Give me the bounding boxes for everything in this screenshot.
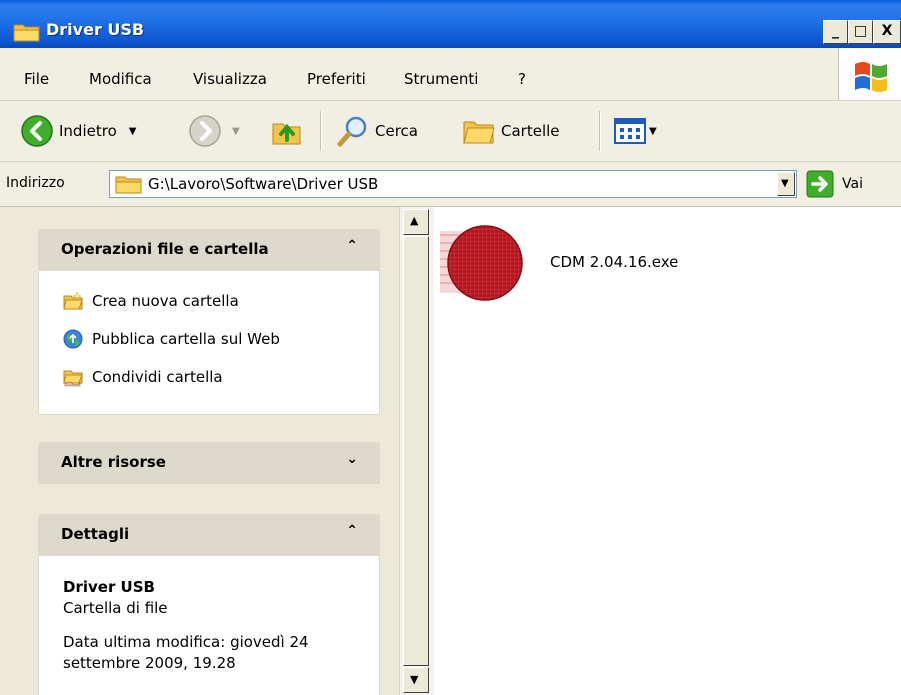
globe-icon bbox=[63, 329, 83, 349]
other-places-header[interactable]: Altre risorse ⌄ bbox=[38, 442, 380, 484]
maximize-button[interactable]: □ bbox=[848, 20, 873, 44]
scroll-down-button[interactable]: ▼ bbox=[403, 667, 429, 693]
folders-icon bbox=[463, 121, 495, 144]
go-button[interactable]: Vai bbox=[806, 170, 863, 198]
address-dropdown-button[interactable]: ▼ bbox=[777, 172, 795, 196]
views-icon bbox=[614, 118, 646, 144]
new-folder-icon bbox=[63, 291, 83, 310]
installer-icon bbox=[440, 225, 523, 301]
details-modified-line1: Data ultima modifica: giovedì 24 bbox=[63, 633, 309, 651]
collapse-chevron-icon[interactable]: ⌃ bbox=[346, 523, 358, 539]
file-tasks-body: Crea nuova cartella Pubblica cartella su… bbox=[38, 271, 380, 415]
scroll-thumb[interactable] bbox=[403, 236, 429, 666]
file-item[interactable]: CDM 2.04.16.exe bbox=[438, 221, 678, 301]
toolbar-separator bbox=[599, 111, 601, 151]
search-icon bbox=[337, 116, 367, 147]
address-path: G:\Lavoro\Software\Driver USB bbox=[148, 175, 379, 193]
back-label: Indietro bbox=[59, 122, 117, 140]
back-button[interactable]: Indietro ▼ bbox=[20, 113, 136, 149]
menu-visualizza[interactable]: Visualizza bbox=[193, 70, 267, 88]
task-label: Crea nuova cartella bbox=[92, 292, 239, 310]
search-label: Cerca bbox=[375, 122, 418, 140]
address-label: Indirizzo bbox=[6, 175, 65, 191]
folders-button[interactable]: Cartelle bbox=[462, 113, 560, 149]
arrow-down-icon: ▼ bbox=[410, 673, 419, 686]
other-places-title: Altre risorse bbox=[61, 453, 166, 471]
details-name: Driver USB bbox=[63, 578, 155, 596]
collapse-chevron-icon[interactable]: ⌃ bbox=[346, 238, 358, 254]
minimize-button[interactable]: _ bbox=[823, 20, 848, 44]
details-body: Driver USB Cartella di file Data ultima … bbox=[38, 556, 380, 695]
menu-modifica[interactable]: Modifica bbox=[89, 70, 152, 88]
details-title: Dettagli bbox=[61, 525, 130, 543]
file-list: CDM 2.04.16.exe bbox=[434, 207, 901, 695]
close-button[interactable]: X bbox=[873, 20, 901, 44]
chevron-down-icon[interactable]: ▼ bbox=[649, 126, 657, 137]
details-type: Cartella di file bbox=[63, 599, 168, 617]
menu-file[interactable]: File bbox=[24, 70, 49, 88]
forward-arrow-icon bbox=[189, 115, 221, 147]
search-button[interactable]: Cerca bbox=[336, 113, 418, 149]
windows-logo-icon bbox=[838, 48, 901, 100]
chevron-down-icon: ▼ bbox=[781, 178, 789, 189]
toolbar-separator bbox=[320, 111, 322, 151]
task-label: Condividi cartella bbox=[92, 368, 223, 386]
go-label: Vai bbox=[842, 176, 863, 192]
arrow-up-icon: ▲ bbox=[410, 214, 419, 227]
title-bar[interactable]: Driver USB _ □ X bbox=[0, 0, 901, 48]
go-arrow-icon bbox=[806, 170, 834, 198]
up-folder-button[interactable] bbox=[270, 113, 304, 149]
file-tasks-header[interactable]: Operazioni file e cartella ⌃ bbox=[38, 229, 380, 271]
task-label: Pubblica cartella sul Web bbox=[92, 330, 280, 348]
address-input[interactable]: G:\Lavoro\Software\Driver USB ▼ bbox=[109, 170, 797, 198]
details-header[interactable]: Dettagli ⌃ bbox=[38, 514, 380, 556]
folder-icon bbox=[13, 24, 40, 42]
vertical-scrollbar[interactable]: ▲ ▼ bbox=[399, 207, 434, 695]
menu-preferiti[interactable]: Preferiti bbox=[307, 70, 366, 88]
menu-bar: File Modifica Visualizza Preferiti Strum… bbox=[0, 48, 901, 101]
back-arrow-icon bbox=[21, 115, 53, 147]
file-tasks-panel: Operazioni file e cartella ⌃ Crea nuova … bbox=[38, 229, 380, 415]
folders-label: Cartelle bbox=[501, 122, 560, 140]
file-tasks-title: Operazioni file e cartella bbox=[61, 240, 269, 258]
address-bar: Indirizzo G:\Lavoro\Software\Driver USB … bbox=[0, 162, 901, 207]
file-name: CDM 2.04.16.exe bbox=[550, 253, 679, 271]
forward-button[interactable]: ▼ bbox=[188, 113, 240, 149]
chevron-down-icon[interactable]: ▼ bbox=[232, 126, 240, 137]
expand-chevron-icon[interactable]: ⌄ bbox=[346, 451, 358, 467]
details-panel: Dettagli ⌃ Driver USB Cartella di file D… bbox=[38, 514, 380, 695]
menu-strumenti[interactable]: Strumenti bbox=[404, 70, 478, 88]
menu-help[interactable]: ? bbox=[518, 70, 526, 88]
details-modified-line2: settembre 2009, 19.28 bbox=[63, 654, 236, 672]
folder-up-icon bbox=[272, 123, 301, 145]
toolbar: Indietro ▼ ▼ Cerca Cartelle ▼ bbox=[0, 101, 901, 162]
folder-icon bbox=[115, 176, 142, 194]
share-folder-icon bbox=[63, 370, 83, 387]
task-new-folder[interactable]: Crea nuova cartella bbox=[63, 291, 239, 311]
task-share-folder[interactable]: Condividi cartella bbox=[63, 367, 223, 387]
other-places-panel: Altre risorse ⌄ bbox=[38, 442, 380, 484]
views-button[interactable]: ▼ bbox=[613, 113, 657, 149]
task-pane: Operazioni file e cartella ⌃ Crea nuova … bbox=[0, 207, 397, 695]
chevron-down-icon[interactable]: ▼ bbox=[129, 126, 137, 137]
window-title: Driver USB bbox=[46, 20, 145, 39]
task-publish-web[interactable]: Pubblica cartella sul Web bbox=[63, 329, 280, 349]
scroll-up-button[interactable]: ▲ bbox=[403, 209, 429, 235]
